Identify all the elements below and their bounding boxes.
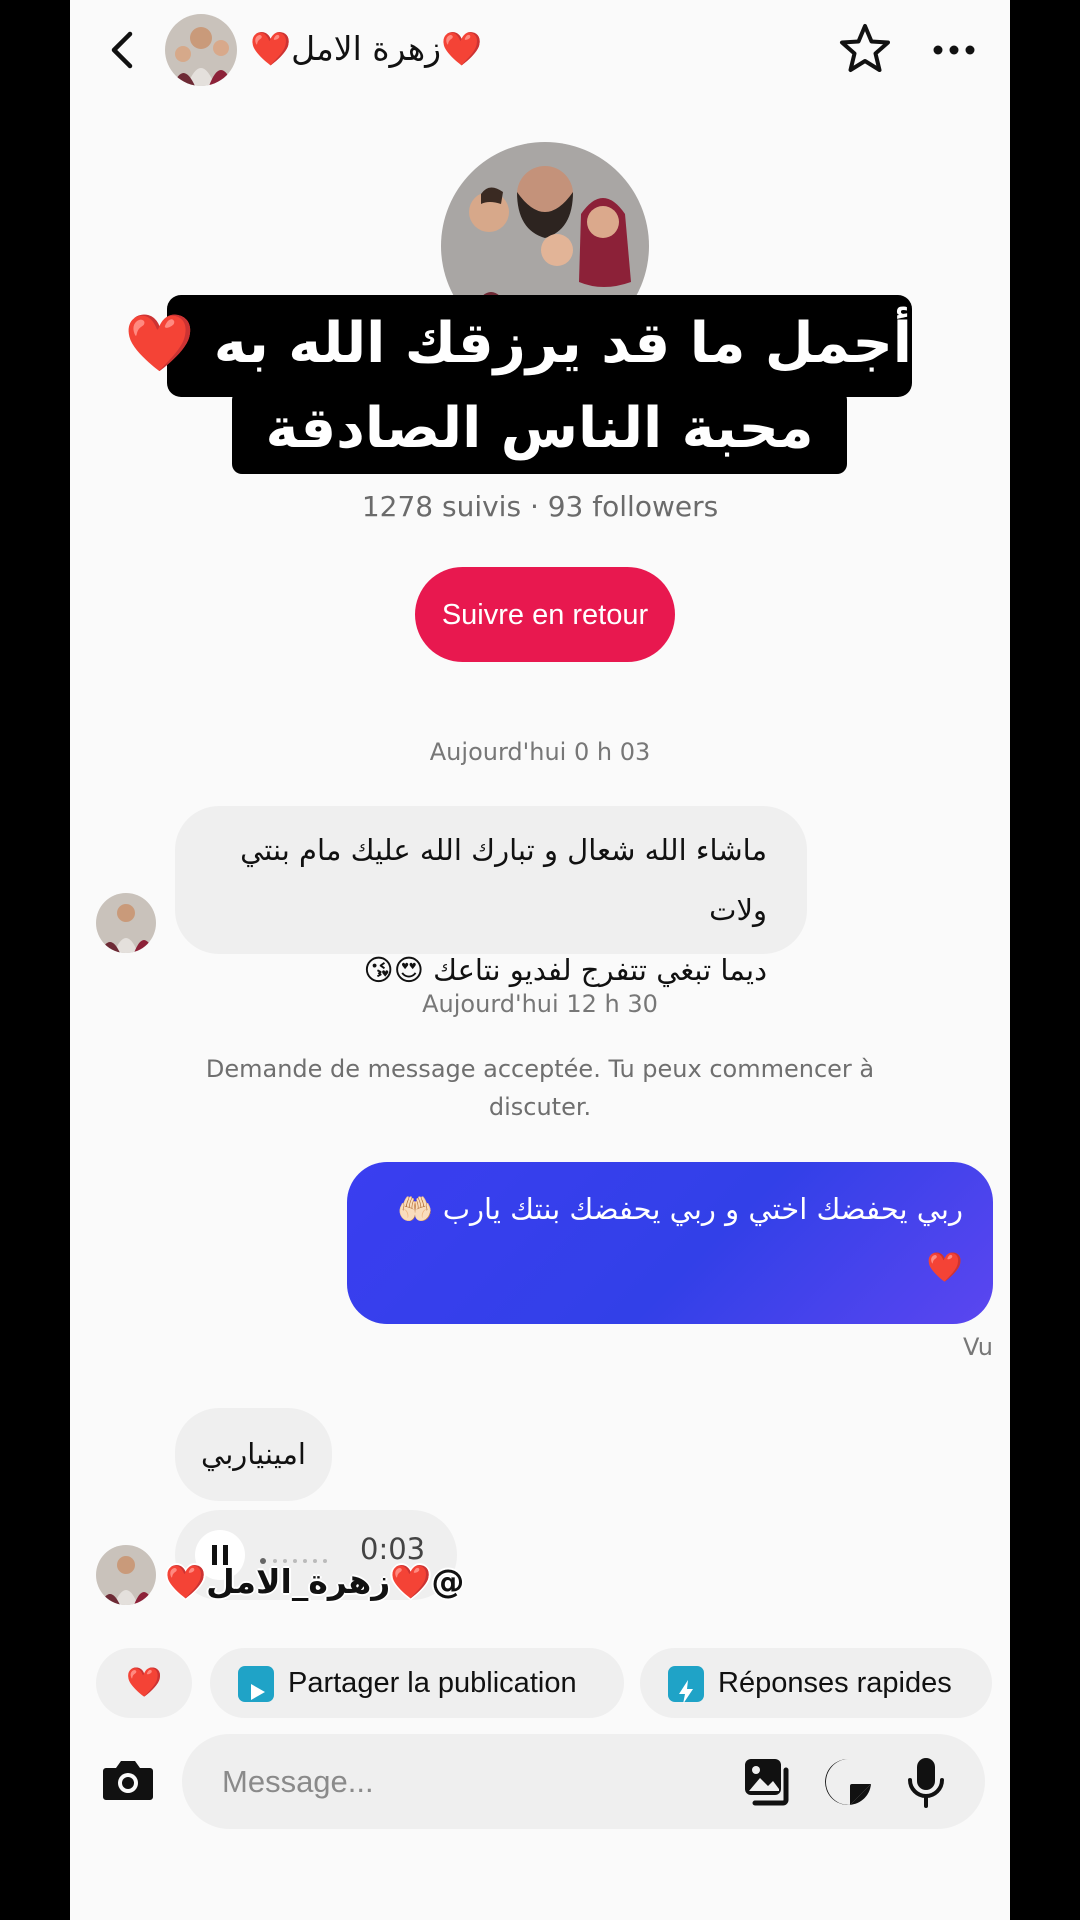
back-chevron-icon[interactable] — [100, 22, 144, 78]
request-accepted-note: Demande de message acceptée. Tu peux com… — [205, 1055, 875, 1121]
received-message-bubble[interactable]: امينياربي — [175, 1408, 332, 1501]
seen-status: Vu — [963, 1333, 993, 1361]
message-timestamp: Aujourd'hui 0 h 03 — [429, 738, 651, 766]
sent-message-bubble[interactable]: ربي يحفضك اختي و ربي يحفضك بنتك يارب 🤲🏻 … — [347, 1162, 993, 1324]
lightning-bolt-icon — [668, 1666, 704, 1704]
gallery-icon[interactable] — [742, 1756, 794, 1808]
share-post-label: Partager la publication — [288, 1667, 577, 1699]
share-post-chip[interactable]: Partager la publication — [210, 1648, 624, 1718]
microphone-icon[interactable] — [904, 1754, 948, 1810]
video-caption-line1: أجمل ما قد يرزقك الله به ❤️ — [125, 295, 912, 397]
camera-icon[interactable] — [100, 1752, 156, 1808]
message-text-line: ربي يحفضك اختي و ربي يحفضك بنتك يارب 🤲🏻 — [397, 1192, 963, 1226]
video-watermark: @❤️زهرة_الامل❤️ — [165, 1562, 465, 1601]
message-timestamp: Aujourd'hui 12 h 30 — [422, 990, 658, 1018]
message-composer — [182, 1734, 985, 1829]
star-icon[interactable] — [838, 22, 892, 76]
header-avatar[interactable] — [165, 14, 237, 86]
message-text-line: ماشاء الله شعال و تبارك الله عليك مام بن… — [240, 833, 767, 927]
message-input[interactable] — [220, 1752, 704, 1812]
play-square-icon — [238, 1666, 274, 1702]
quick-replies-chip[interactable]: Réponses rapides — [640, 1648, 992, 1718]
video-caption-line2: محبة الناس الصادقة — [232, 390, 847, 474]
heart-reaction-chip[interactable]: ❤️ — [96, 1648, 192, 1718]
sticker-icon[interactable] — [822, 1756, 874, 1808]
follow-back-button[interactable]: Suivre en retour — [415, 567, 675, 662]
profile-stats: 1278 suivis · 93 followers — [361, 490, 719, 523]
quick-replies-label: Réponses rapides — [718, 1667, 952, 1699]
sender-avatar[interactable] — [96, 1545, 156, 1605]
received-message-bubble[interactable]: ماشاء الله شعال و تبارك الله عليك مام بن… — [175, 806, 807, 987]
voice-duration: 0:03 — [360, 1532, 426, 1566]
more-options-icon[interactable] — [930, 30, 978, 70]
chat-screen: ❤️زهرة الامل❤️ أجمل ما قد يرزقك الله به … — [70, 0, 1010, 1920]
message-text-line: ❤️ — [926, 1250, 963, 1284]
chat-contact-name[interactable]: ❤️زهرة الامل❤️ — [250, 24, 482, 74]
sender-avatar[interactable] — [96, 893, 156, 953]
